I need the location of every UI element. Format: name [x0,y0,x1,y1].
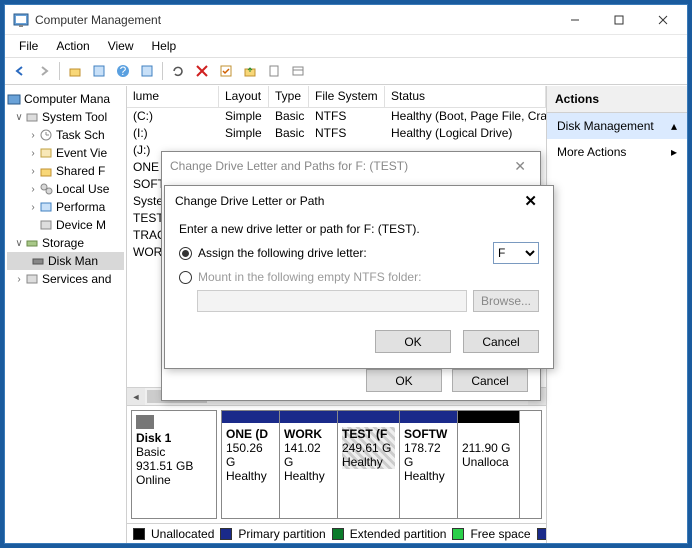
mount-folder-label: Mount in the following empty NTFS folder… [198,270,421,284]
tree-services[interactable]: ›Services and [7,270,124,288]
tree-item[interactable]: ›Task Sch [7,126,124,144]
maximize-button[interactable] [597,6,641,34]
legend-swatch [452,528,464,540]
titlebar: Computer Management [5,5,687,35]
actions-more[interactable]: More Actions▸ [547,139,687,165]
navigation-tree[interactable]: Computer Mana ∨System Tool ›Task Sch ›Ev… [5,86,127,543]
dialog-title: Change Drive Letter or Path [175,194,324,208]
legend-swatch [537,528,547,540]
tree-system-tools[interactable]: ∨System Tool [7,108,124,126]
drive-letter-select[interactable]: F [493,242,539,264]
up-button[interactable] [64,60,86,82]
partition[interactable]: ONE (D150.26 GHealthy [222,411,280,518]
close-icon[interactable]: ✕ [518,190,543,212]
legend-label: Primary partition [238,527,325,541]
dialog-prompt: Enter a new drive letter or path for F: … [179,222,539,236]
cancel-button[interactable]: Cancel [452,369,528,392]
tree-disk-management[interactable]: Disk Man [7,252,124,270]
legend: Unallocated Primary partition Extended par… [127,523,546,543]
legend-label: Free space [470,527,530,541]
forward-button[interactable] [33,60,55,82]
legend-swatch [332,528,344,540]
menu-view[interactable]: View [100,37,142,55]
menu-file[interactable]: File [11,37,46,55]
list-icon[interactable] [287,60,309,82]
window-title: Computer Management [35,13,553,27]
dialog-title: Change Drive Letter and Paths for F: (TE… [170,159,408,173]
app-icon [13,12,29,28]
tree-item[interactable]: ›Event Vie [7,144,124,162]
volume-row[interactable]: (C:)SimpleBasicNTFSHealthy (Boot, Page F… [127,108,546,125]
back-button[interactable] [9,60,31,82]
actions-header: Actions [547,86,687,113]
delete-icon[interactable] [191,60,213,82]
tree-item[interactable]: ›Performa [7,198,124,216]
disk-map: Disk 1 Basic 931.51 GB Online ONE (D150.… [127,405,546,523]
properties-icon[interactable] [263,60,285,82]
computer-management-window: Computer Management File Action View Hel… [4,4,688,544]
actions-disk-management[interactable]: Disk Management▴ [547,113,687,139]
assign-letter-radio[interactable] [179,247,192,260]
tree-item[interactable]: ›Local Use [7,180,124,198]
ok-button[interactable]: OK [366,369,442,392]
view2-icon[interactable] [136,60,158,82]
toolbar: ? [5,57,687,85]
view1-icon[interactable] [88,60,110,82]
partition-bar: ONE (D150.26 GHealthyWORK141.02 GHealthy… [221,410,542,519]
partition[interactable]: SOFTW178.72 GHealthy [400,411,458,518]
actions-panel: Actions Disk Management▴ More Actions▸ [547,86,687,543]
menu-help[interactable]: Help [144,37,185,55]
legend-label: Unallocated [151,527,214,541]
mount-folder-radio[interactable] [179,271,192,284]
assign-letter-label: Assign the following drive letter: [198,246,367,260]
ok-button[interactable]: OK [375,330,451,353]
tree-root[interactable]: Computer Mana [7,90,124,108]
tree-storage[interactable]: ∨Storage [7,234,124,252]
disk-header[interactable]: Disk 1 Basic 931.51 GB Online [131,410,217,519]
close-icon[interactable]: ✕ [508,156,532,177]
menu-action[interactable]: Action [48,37,97,55]
legend-swatch [133,528,145,540]
folder-path-input [197,290,467,312]
browse-button: Browse... [473,290,539,312]
volume-row[interactable]: (I:)SimpleBasicNTFSHealthy (Logical Driv… [127,125,546,142]
partition[interactable]: TEST (F249.61 GHealthy [338,411,400,518]
menubar: File Action View Help [5,35,687,57]
help-icon[interactable]: ? [112,60,134,82]
change-drive-letter-dialog: Change Drive Letter or Path ✕ Enter a ne… [164,185,554,369]
minimize-button[interactable] [553,6,597,34]
collapse-icon: ▴ [671,119,677,133]
check-icon[interactable] [215,60,237,82]
partition[interactable]: WORK141.02 GHealthy [280,411,338,518]
folder-up-icon[interactable] [239,60,261,82]
legend-label: Extended partition [350,527,447,541]
tree-item[interactable]: Device M [7,216,124,234]
close-button[interactable] [641,6,685,34]
refresh-icon[interactable] [167,60,189,82]
partition[interactable]: 211.90 GUnalloca [458,411,520,518]
cancel-button[interactable]: Cancel [463,330,539,353]
legend-swatch [220,528,232,540]
tree-item[interactable]: ›Shared F [7,162,124,180]
svg-text:?: ? [120,64,127,78]
volume-list-header: lume Layout Type File System Status [127,86,546,108]
disk-icon [136,415,154,429]
chevron-right-icon: ▸ [671,145,677,159]
